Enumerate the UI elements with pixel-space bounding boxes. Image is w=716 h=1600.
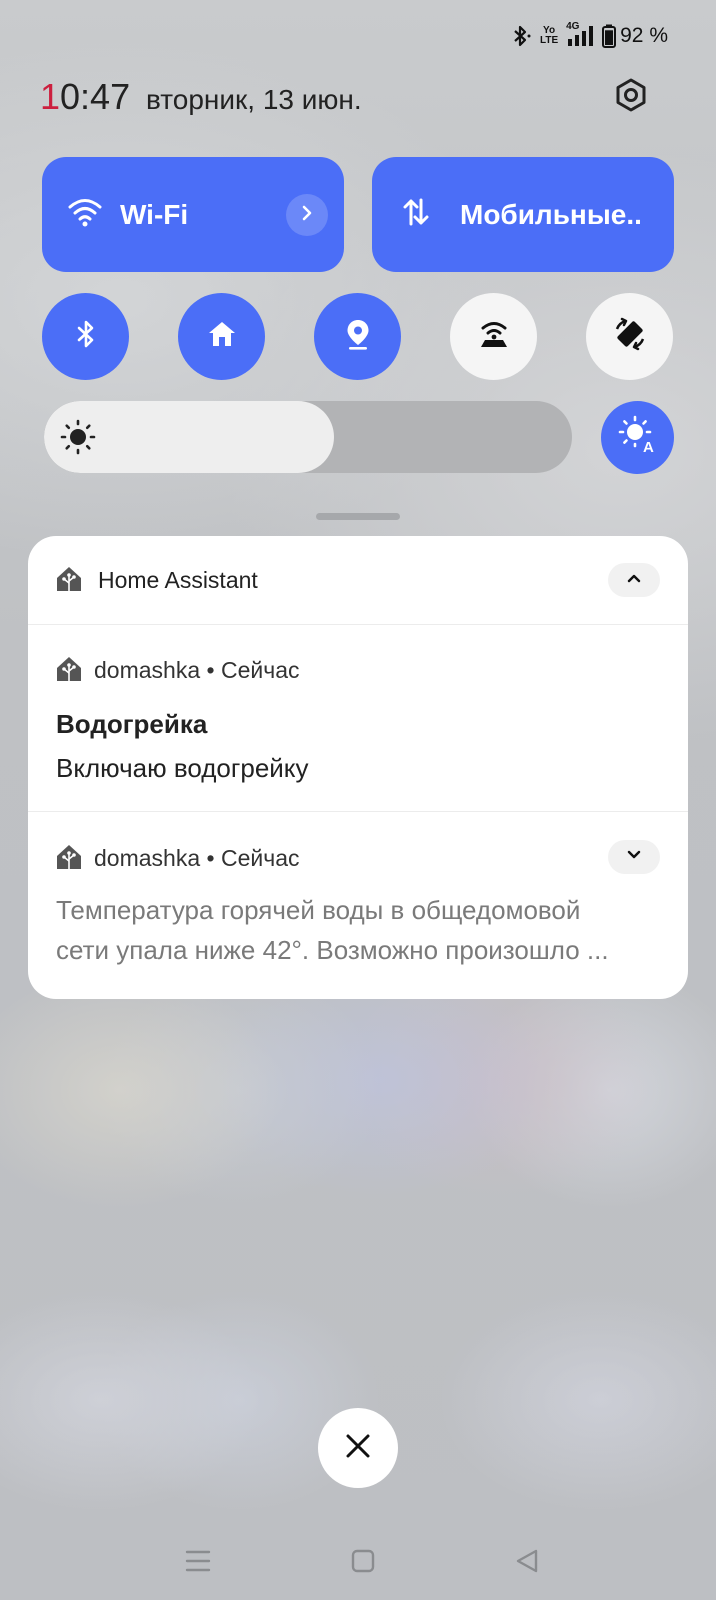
notification-body-line: сети упала ниже 42°. Возможно произошло … xyxy=(56,935,609,965)
notification-time: Сейчас xyxy=(220,657,300,683)
network-type-label: 4G xyxy=(566,21,580,32)
chevron-up-icon xyxy=(626,571,642,589)
rotate-icon xyxy=(612,316,648,357)
home-assistant-icon xyxy=(56,844,82,870)
notification-text: Включаю водогрейку xyxy=(56,753,309,783)
meta-separator: • xyxy=(206,845,215,871)
location-pin-icon xyxy=(344,318,372,355)
clock-first-digit: 1 xyxy=(40,76,61,117)
bluetooth-icon xyxy=(510,24,532,48)
auto-brightness-icon: A xyxy=(618,415,658,460)
date-label: вторник, 13 июн. xyxy=(146,84,362,115)
settings-button[interactable] xyxy=(610,76,652,118)
mobile-data-tile-label: Мобильные.. xyxy=(460,198,642,230)
mobile-data-tile[interactable]: Мобильные.. xyxy=(372,157,674,272)
app-name: Home Assistant xyxy=(98,567,258,593)
auto-brightness-toggle[interactable]: A xyxy=(601,401,674,474)
notification-meta: domashka • Сейчас xyxy=(94,657,300,684)
recents-nav-button[interactable] xyxy=(183,1548,213,1578)
mobile-data-arrows-icon xyxy=(402,197,430,232)
battery-percent: 92 % xyxy=(620,24,668,47)
home-square-icon xyxy=(351,1549,375,1578)
back-nav-button[interactable] xyxy=(512,1548,542,1578)
wifi-icon xyxy=(68,197,102,232)
notification-source: domashka xyxy=(94,845,201,871)
home-toggle[interactable] xyxy=(178,293,265,380)
notification-item[interactable]: domashka • Сейчас Температура горячей во… xyxy=(28,812,688,999)
signal-icon: 4G xyxy=(566,21,594,47)
wifi-tile-label: Wi-Fi xyxy=(120,198,189,230)
expand-button[interactable] xyxy=(608,840,660,874)
volte-bottom-label: LTE xyxy=(539,35,559,46)
meta-separator: • xyxy=(206,657,215,683)
home-icon xyxy=(207,320,237,353)
drag-handle[interactable] xyxy=(316,513,400,520)
notification-body-line: Температура горячей воды в общедомовой xyxy=(56,895,581,925)
home-assistant-icon xyxy=(56,566,82,592)
collapse-button[interactable] xyxy=(608,563,660,597)
wifi-expand-button[interactable] xyxy=(286,194,328,236)
sun-icon xyxy=(60,419,96,455)
notification-meta: domashka • Сейчас xyxy=(94,845,300,872)
settings-hexagon-icon xyxy=(613,77,649,118)
notification-title: Водогрейка xyxy=(56,709,208,739)
bluetooth-icon xyxy=(75,319,97,354)
close-icon xyxy=(344,1432,372,1465)
hotspot-icon xyxy=(478,319,510,354)
notification-group-card[interactable]: Home Assistant domashka • Сейчас Водогре… xyxy=(28,536,688,999)
hotspot-toggle[interactable] xyxy=(450,293,537,380)
back-triangle-icon xyxy=(515,1548,539,1579)
home-nav-button[interactable] xyxy=(348,1548,378,1578)
notification-item[interactable]: domashka • Сейчас Водогрейка Включаю вод… xyxy=(28,624,688,812)
clock: 10:47 xyxy=(40,76,130,118)
notification-body: Температура горячей воды в общедомовой с… xyxy=(56,890,656,970)
bluetooth-toggle[interactable] xyxy=(42,293,129,380)
home-assistant-icon xyxy=(56,656,82,682)
battery-icon xyxy=(602,24,617,48)
clear-all-button[interactable] xyxy=(318,1408,398,1488)
brightness-slider[interactable] xyxy=(44,401,572,473)
status-bar: Yo LTE 4G 92 % xyxy=(510,21,668,50)
svg-text:A: A xyxy=(643,439,654,455)
notification-source: domashka xyxy=(94,657,201,683)
notification-time: Сейчас xyxy=(220,845,300,871)
chevron-down-icon xyxy=(626,848,642,866)
wifi-tile[interactable]: Wi-Fi xyxy=(42,157,344,272)
notification-group-header[interactable]: Home Assistant xyxy=(28,536,688,625)
clock-rest: 0:47 xyxy=(60,76,131,117)
menu-icon xyxy=(185,1549,211,1578)
chevron-right-icon xyxy=(300,204,314,227)
auto-rotate-toggle[interactable] xyxy=(586,293,673,380)
volte-icon: Yo LTE xyxy=(540,26,558,46)
location-toggle[interactable] xyxy=(314,293,401,380)
